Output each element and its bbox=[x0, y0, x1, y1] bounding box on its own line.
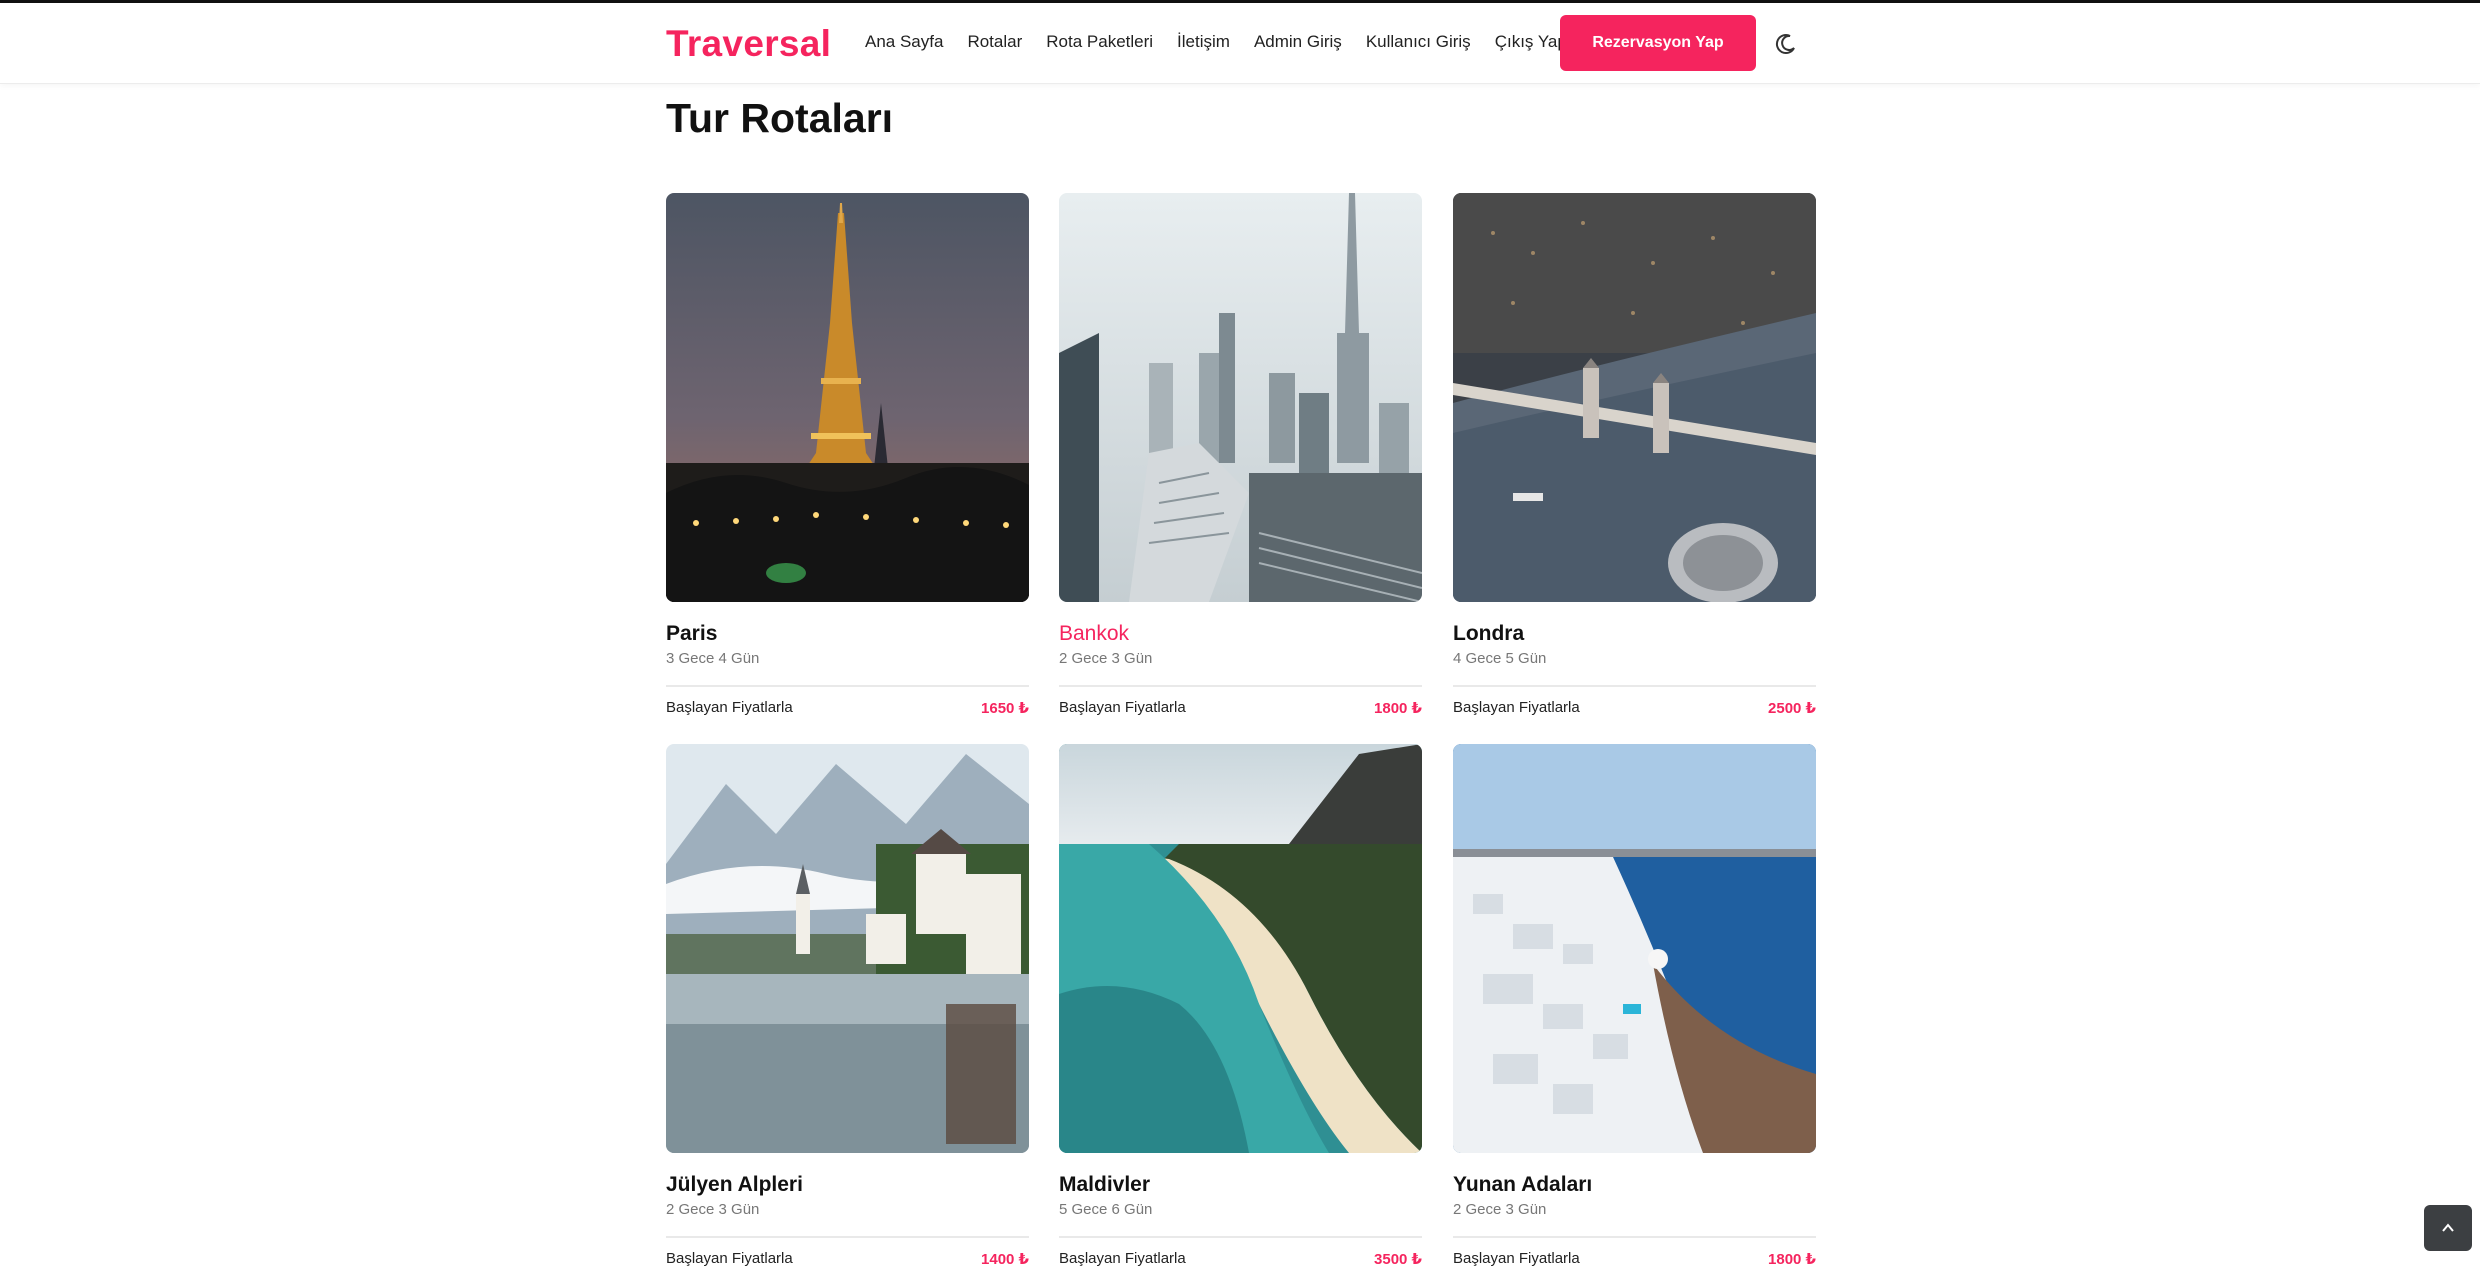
reservation-button[interactable]: Rezervasyon Yap bbox=[1560, 15, 1756, 71]
price-value: 1800 ₺ bbox=[1768, 1251, 1816, 1268]
route-title-yunan-adalari[interactable]: Yunan Adaları bbox=[1453, 1173, 1816, 1197]
divider bbox=[1059, 685, 1422, 687]
main-nav: Ana Sayfa Rotalar Rota Paketleri İletişi… bbox=[865, 32, 1567, 52]
price-row: Başlayan Fiyatlarla 1650 ₺ bbox=[666, 699, 1029, 717]
nav-link-admin-giris[interactable]: Admin Giriş bbox=[1254, 32, 1342, 52]
route-card-bankok: Bankok 2 Gece 3 Gün Başlayan Fiyatlarla … bbox=[1059, 193, 1422, 717]
nav-link-cikis-yap[interactable]: Çıkış Yap bbox=[1495, 32, 1567, 52]
navbar: Traversal Ana Sayfa Rotalar Rota Paketle… bbox=[0, 3, 2480, 84]
route-duration: 2 Gece 3 Gün bbox=[1453, 1201, 1547, 1218]
price-label: Başlayan Fiyatlarla bbox=[1059, 1250, 1186, 1267]
divider bbox=[1059, 1236, 1422, 1238]
divider bbox=[666, 685, 1029, 687]
route-image-julyen-alpleri[interactable] bbox=[666, 744, 1029, 1153]
route-title-paris[interactable]: Paris bbox=[666, 622, 1029, 646]
divider bbox=[666, 1236, 1029, 1238]
route-card-londra: Londra 4 Gece 5 Gün Başlayan Fiyatlarla … bbox=[1453, 193, 1816, 717]
route-image-bankok[interactable] bbox=[1059, 193, 1422, 602]
route-card-julyen-alpleri: Jülyen Alpleri 2 Gece 3 Gün Başlayan Fiy… bbox=[666, 744, 1029, 1268]
route-duration: 4 Gece 5 Gün bbox=[1453, 650, 1547, 667]
nav-link-ana-sayfa[interactable]: Ana Sayfa bbox=[865, 32, 943, 52]
price-label: Başlayan Fiyatlarla bbox=[1453, 1250, 1580, 1267]
nav-link-kullanici-giris[interactable]: Kullanıcı Giriş bbox=[1366, 32, 1471, 52]
route-card-paris: Paris 3 Gece 4 Gün Başlayan Fiyatlarla 1… bbox=[666, 193, 1029, 717]
price-value: 1800 ₺ bbox=[1374, 700, 1422, 717]
route-image-yunan-adalari[interactable] bbox=[1453, 744, 1816, 1153]
price-value: 2500 ₺ bbox=[1768, 700, 1816, 717]
moon-icon[interactable] bbox=[1771, 29, 1801, 59]
nav-link-rotalar[interactable]: Rotalar bbox=[967, 32, 1022, 52]
price-value: 1650 ₺ bbox=[981, 700, 1029, 717]
route-duration: 5 Gece 6 Gün bbox=[1059, 1201, 1153, 1218]
price-row: Başlayan Fiyatlarla 3500 ₺ bbox=[1059, 1250, 1422, 1268]
brand-logo[interactable]: Traversal bbox=[666, 23, 831, 65]
route-image-londra[interactable] bbox=[1453, 193, 1816, 602]
divider bbox=[1453, 685, 1816, 687]
price-label: Başlayan Fiyatlarla bbox=[666, 699, 793, 716]
price-row: Başlayan Fiyatlarla 1800 ₺ bbox=[1059, 699, 1422, 717]
route-duration: 2 Gece 3 Gün bbox=[666, 1201, 760, 1218]
page-title: Tur Rotaları bbox=[666, 95, 894, 141]
price-value: 3500 ₺ bbox=[1374, 1251, 1422, 1268]
price-label: Başlayan Fiyatlarla bbox=[1059, 699, 1186, 716]
nav-link-rota-paketleri[interactable]: Rota Paketleri bbox=[1046, 32, 1153, 52]
chevron-up-icon bbox=[2442, 1223, 2454, 1232]
route-title-maldivler[interactable]: Maldivler bbox=[1059, 1173, 1422, 1197]
route-card-yunan-adalari: Yunan Adaları 2 Gece 3 Gün Başlayan Fiya… bbox=[1453, 744, 1816, 1268]
price-label: Başlayan Fiyatlarla bbox=[666, 1250, 793, 1267]
route-title-julyen-alpleri[interactable]: Jülyen Alpleri bbox=[666, 1173, 1029, 1197]
price-row: Başlayan Fiyatlarla 1400 ₺ bbox=[666, 1250, 1029, 1268]
route-image-maldivler[interactable] bbox=[1059, 744, 1422, 1153]
route-card-maldivler: Maldivler 5 Gece 6 Gün Başlayan Fiyatlar… bbox=[1059, 744, 1422, 1268]
price-row: Başlayan Fiyatlarla 1800 ₺ bbox=[1453, 1250, 1816, 1268]
route-image-paris[interactable] bbox=[666, 193, 1029, 602]
divider bbox=[1453, 1236, 1816, 1238]
price-value: 1400 ₺ bbox=[981, 1251, 1029, 1268]
nav-link-iletisim[interactable]: İletişim bbox=[1177, 32, 1230, 52]
price-row: Başlayan Fiyatlarla 2500 ₺ bbox=[1453, 699, 1816, 717]
price-label: Başlayan Fiyatlarla bbox=[1453, 699, 1580, 716]
route-title-bankok[interactable]: Bankok bbox=[1059, 622, 1422, 646]
route-duration: 2 Gece 3 Gün bbox=[1059, 650, 1153, 667]
route-duration: 3 Gece 4 Gün bbox=[666, 650, 760, 667]
route-title-londra[interactable]: Londra bbox=[1453, 622, 1816, 646]
scroll-to-top-button[interactable] bbox=[2424, 1205, 2472, 1251]
